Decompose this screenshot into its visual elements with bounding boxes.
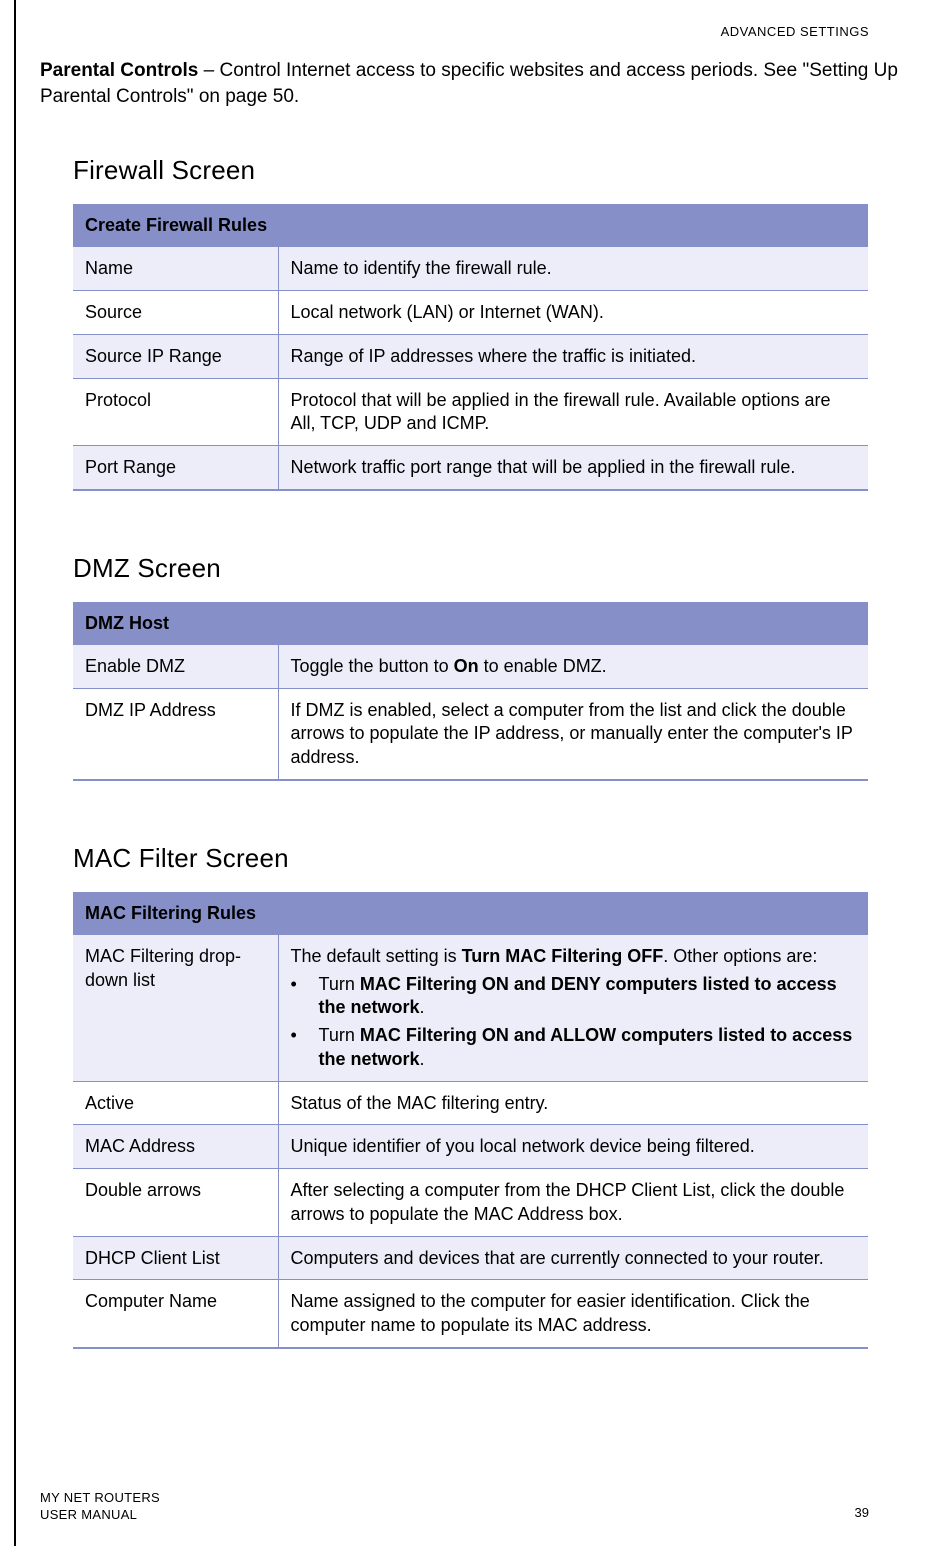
cell-value: Local network (LAN) or Internet (WAN). [278,291,868,335]
cell-key: Computer Name [73,1280,278,1348]
text: . [420,997,425,1017]
cell-key: Protocol [73,378,278,446]
cell-key: Name [73,247,278,291]
table-row: Protocol Protocol that will be applied i… [73,378,868,446]
table-row: Name Name to identify the firewall rule. [73,247,868,291]
cell-key: Enable DMZ [73,644,278,688]
cell-key: MAC Address [73,1125,278,1169]
footer: MY NET ROUTERS USER MANUAL [40,1490,160,1524]
cell-value: Unique identifier of you local network d… [278,1125,868,1169]
firewall-table-title: Create Firewall Rules [73,204,868,247]
cell-key: Source [73,291,278,335]
mac-filter-heading: MAC Filter Screen [73,843,900,874]
footer-line-1: MY NET ROUTERS [40,1490,160,1507]
dmz-table: DMZ Host Enable DMZ Toggle the button to… [73,602,868,781]
text: . Other options are: [663,946,817,966]
text-bold: MAC Filtering ON and ALLOW computers lis… [319,1025,853,1069]
cell-key: DMZ IP Address [73,688,278,780]
cell-value: Computers and devices that are currently… [278,1236,868,1280]
cell-key: DHCP Client List [73,1236,278,1280]
dmz-table-title: DMZ Host [73,602,868,645]
mac-filter-table-title: MAC Filtering Rules [73,892,868,935]
intro-paragraph: Parental Controls – Control Internet acc… [40,58,900,109]
table-row: Active Status of the MAC filtering entry… [73,1081,868,1125]
header-section-label: ADVANCED SETTINGS [721,24,869,39]
text: The default setting is [291,946,462,966]
left-rule [14,0,16,1546]
bullet-item: Turn MAC Filtering ON and ALLOW computer… [291,1024,857,1072]
text: to enable DMZ. [479,656,607,676]
cell-value: Protocol that will be applied in the fir… [278,378,868,446]
table-row: Source Local network (LAN) or Internet (… [73,291,868,335]
mac-filter-section: MAC Filter Screen MAC Filtering Rules MA… [40,843,900,1349]
cell-value: The default setting is Turn MAC Filterin… [278,934,868,1081]
firewall-section: Firewall Screen Create Firewall Rules Na… [40,155,900,491]
table-row: Computer Name Name assigned to the compu… [73,1280,868,1348]
table-row: Double arrows After selecting a computer… [73,1169,868,1237]
table-row: DMZ IP Address If DMZ is enabled, select… [73,688,868,780]
text: . [420,1049,425,1069]
text-bold: Turn MAC Filtering OFF [462,946,664,966]
text: Turn [319,1025,360,1045]
footer-line-2: USER MANUAL [40,1507,160,1524]
table-row: Source IP Range Range of IP addresses wh… [73,334,868,378]
table-title-row: Create Firewall Rules [73,204,868,247]
dmz-section: DMZ Screen DMZ Host Enable DMZ Toggle th… [40,553,900,781]
page-number: 39 [855,1505,869,1520]
cell-key: Port Range [73,446,278,490]
table-title-row: DMZ Host [73,602,868,645]
table-row: DHCP Client List Computers and devices t… [73,1236,868,1280]
cell-value: Network traffic port range that will be … [278,446,868,490]
cell-value: Status of the MAC filtering entry. [278,1081,868,1125]
table-row: Enable DMZ Toggle the button to On to en… [73,644,868,688]
firewall-heading: Firewall Screen [73,155,900,186]
page-body: Parental Controls – Control Internet acc… [40,58,900,1349]
bullet-list: Turn MAC Filtering ON and DENY computers… [291,973,857,1072]
cell-key: Source IP Range [73,334,278,378]
table-row: MAC Filtering drop-down list The default… [73,934,868,1081]
text: Toggle the button to [291,656,454,676]
table-title-row: MAC Filtering Rules [73,892,868,935]
table-row: MAC Address Unique identifier of you loc… [73,1125,868,1169]
intro-lead-strong: Parental Controls [40,60,198,81]
text: Turn [319,974,360,994]
cell-value: If DMZ is enabled, select a computer fro… [278,688,868,780]
text-bold: On [454,656,479,676]
cell-value: Range of IP addresses where the traffic … [278,334,868,378]
dmz-heading: DMZ Screen [73,553,900,584]
firewall-table: Create Firewall Rules Name Name to ident… [73,204,868,491]
cell-value: After selecting a computer from the DHCP… [278,1169,868,1237]
cell-value: Toggle the button to On to enable DMZ. [278,644,868,688]
cell-key: Double arrows [73,1169,278,1237]
table-row: Port Range Network traffic port range th… [73,446,868,490]
text-bold: MAC Filtering ON and DENY computers list… [319,974,837,1018]
cell-key: Active [73,1081,278,1125]
cell-value: Name to identify the firewall rule. [278,247,868,291]
cell-value: Name assigned to the computer for easier… [278,1280,868,1348]
mac-filter-table: MAC Filtering Rules MAC Filtering drop-d… [73,892,868,1349]
cell-key: MAC Filtering drop-down list [73,934,278,1081]
bullet-item: Turn MAC Filtering ON and DENY computers… [291,973,857,1021]
page: ADVANCED SETTINGS Parental Controls – Co… [0,0,939,1546]
